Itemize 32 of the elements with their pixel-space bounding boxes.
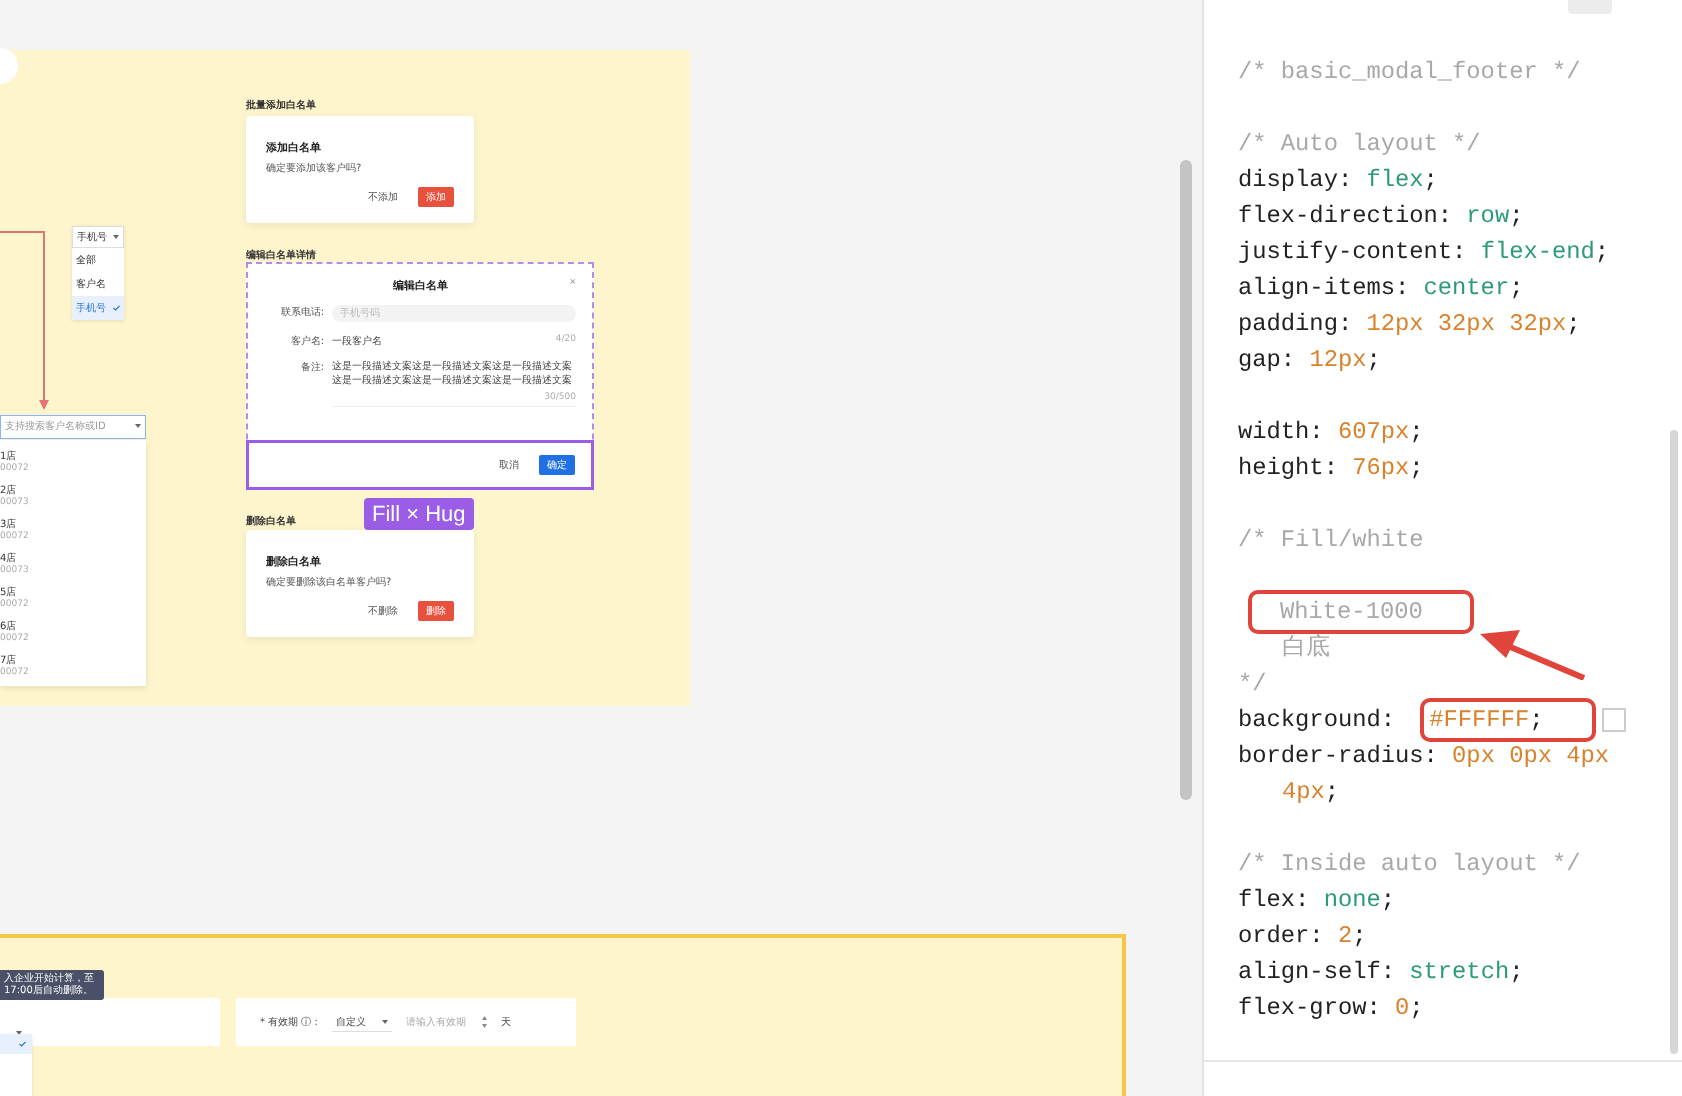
code-text: order: 2; [1238,922,1367,950]
scrollbar[interactable] [1670,430,1678,1054]
caret-icon [135,424,141,428]
code-text: 白底 [1282,634,1330,662]
code-text: background: [1238,704,1397,738]
code-text: padding: 12px 32px 32px; [1238,310,1581,338]
code-text: display: flex; [1238,166,1438,194]
code-text: flex-direction: row; [1238,202,1524,230]
code-text: width: 607px; [1238,418,1424,446]
caret-icon [381,1019,388,1024]
code-text: White-1000 [1280,596,1423,630]
color-swatch [1601,708,1626,732]
code-text: /* Fill/white [1238,526,1424,554]
code-text: align-self: stretch; [1238,958,1524,986]
spinner-icon [481,1016,487,1028]
scrollbar[interactable] [1180,160,1192,800]
code-text: flex: none; [1238,886,1396,914]
code-text: height: 76px; [1238,454,1424,482]
code-text: /* basic_modal_footer */ [1238,58,1581,86]
caret-icon [113,235,119,239]
annotation-arrow [1480,628,1588,680]
code-text: border-radius: 0px 0px 4px 4px; [1238,742,1612,806]
code-text: #FFFFFF; [1429,704,1544,738]
code-text: gap: 12px; [1238,346,1381,374]
code-text: */ [1238,670,1267,698]
code-text: flex-grow: 0; [1238,994,1424,1022]
code-text: align-items: center; [1238,274,1524,302]
code-text: /* Inside auto layout */ [1238,850,1581,878]
code-text: /* Auto layout */ [1238,130,1481,158]
size-badge: Fill × Hug [364,498,474,530]
code-text: justify-content: flex-end; [1238,238,1610,266]
dropdown-option[interactable] [0,1034,32,1054]
